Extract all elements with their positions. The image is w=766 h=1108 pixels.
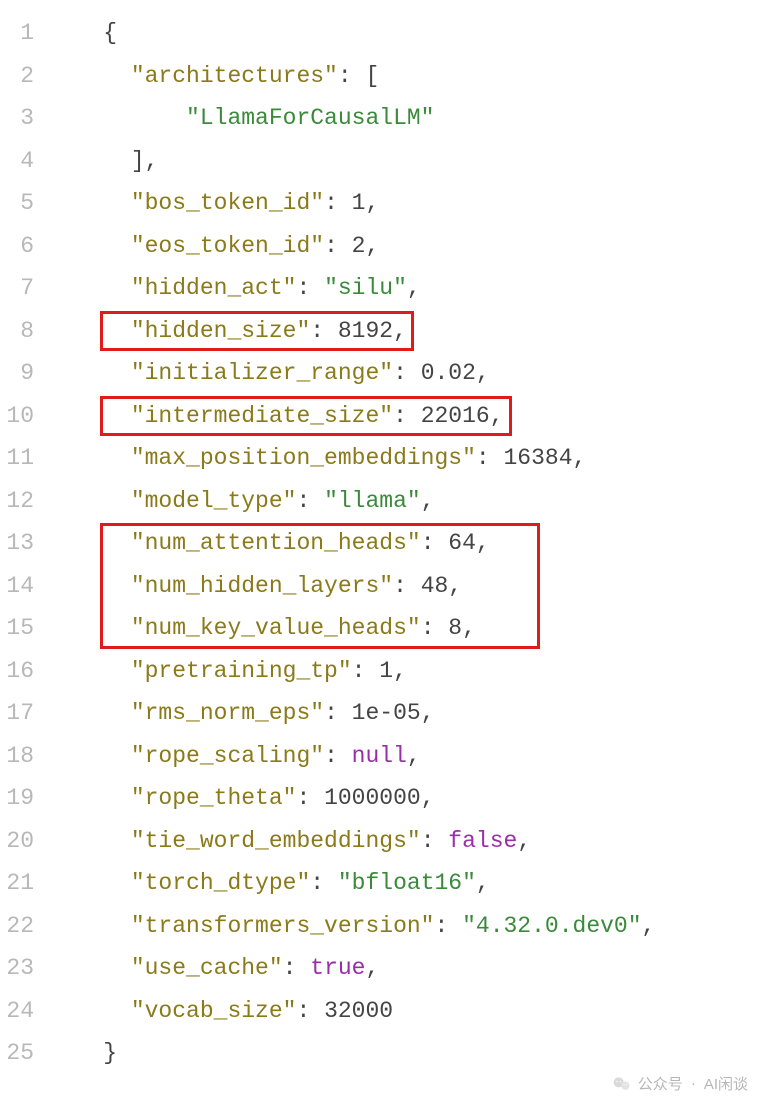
code-content: "use_cache": true,: [48, 955, 379, 981]
code-line: 17 "rms_norm_eps": 1e-05,: [0, 692, 766, 735]
code-line: 10 "intermediate_size": 22016,: [0, 395, 766, 438]
code-content: "model_type": "llama",: [48, 488, 435, 514]
code-content: }: [48, 1040, 117, 1066]
code-content: "rope_scaling": null,: [48, 743, 421, 769]
line-number: 21: [0, 870, 48, 896]
code-content: "bos_token_id": 1,: [48, 190, 379, 216]
code-content: "torch_dtype": "bfloat16",: [48, 870, 490, 896]
code-line: 13 "num_attention_heads": 64,: [0, 522, 766, 565]
line-number: 12: [0, 488, 48, 514]
code-line: 22 "transformers_version": "4.32.0.dev0"…: [0, 905, 766, 948]
code-content: "max_position_embeddings": 16384,: [48, 445, 586, 471]
watermark-name: AI闲谈: [704, 1073, 748, 1094]
line-number: 13: [0, 530, 48, 556]
code-line: 8 "hidden_size": 8192,: [0, 310, 766, 353]
code-content: "rope_theta": 1000000,: [48, 785, 435, 811]
line-number: 7: [0, 275, 48, 301]
code-line: 16 "pretraining_tp": 1,: [0, 650, 766, 693]
line-number: 23: [0, 955, 48, 981]
watermark-dot: ·: [691, 1075, 696, 1092]
code-content: "intermediate_size": 22016,: [48, 403, 504, 429]
line-number: 20: [0, 828, 48, 854]
code-content: "LlamaForCausalLM": [48, 105, 434, 131]
code-line: 21 "torch_dtype": "bfloat16",: [0, 862, 766, 905]
code-block: 1 {2 "architectures": [3 "LlamaForCausal…: [0, 0, 766, 1087]
line-number: 5: [0, 190, 48, 216]
code-line: 1 {: [0, 12, 766, 55]
code-content: "architectures": [: [48, 63, 379, 89]
line-number: 14: [0, 573, 48, 599]
code-line: 19 "rope_theta": 1000000,: [0, 777, 766, 820]
line-number: 19: [0, 785, 48, 811]
line-number: 1: [0, 20, 48, 46]
code-line: 6 "eos_token_id": 2,: [0, 225, 766, 268]
code-line: 3 "LlamaForCausalLM": [0, 97, 766, 140]
code-line: 5 "bos_token_id": 1,: [0, 182, 766, 225]
watermark-prefix: 公众号: [638, 1073, 683, 1094]
code-content: "initializer_range": 0.02,: [48, 360, 490, 386]
code-content: "transformers_version": "4.32.0.dev0",: [48, 913, 655, 939]
code-line: 4 ],: [0, 140, 766, 183]
code-content: "pretraining_tp": 1,: [48, 658, 407, 684]
code-content: "hidden_act": "silu",: [48, 275, 421, 301]
line-number: 15: [0, 615, 48, 641]
line-number: 4: [0, 148, 48, 174]
code-line: 25 }: [0, 1032, 766, 1075]
code-content: "num_hidden_layers": 48,: [48, 573, 462, 599]
line-number: 3: [0, 105, 48, 131]
code-content: "hidden_size": 8192,: [48, 318, 407, 344]
line-number: 16: [0, 658, 48, 684]
line-number: 2: [0, 63, 48, 89]
wechat-icon: [612, 1074, 632, 1094]
code-content: "num_key_value_heads": 8,: [48, 615, 476, 641]
code-line: 14 "num_hidden_layers": 48,: [0, 565, 766, 608]
code-content: "rms_norm_eps": 1e-05,: [48, 700, 435, 726]
line-number: 9: [0, 360, 48, 386]
line-number: 8: [0, 318, 48, 344]
code-line: 18 "rope_scaling": null,: [0, 735, 766, 778]
code-line: 11 "max_position_embeddings": 16384,: [0, 437, 766, 480]
line-number: 10: [0, 403, 48, 429]
line-number: 6: [0, 233, 48, 259]
watermark: 公众号 · AI闲谈: [612, 1073, 748, 1094]
line-number: 18: [0, 743, 48, 769]
code-line: 23 "use_cache": true,: [0, 947, 766, 990]
code-line: 9 "initializer_range": 0.02,: [0, 352, 766, 395]
code-content: "num_attention_heads": 64,: [48, 530, 490, 556]
code-line: 15 "num_key_value_heads": 8,: [0, 607, 766, 650]
code-content: ],: [48, 148, 158, 174]
code-line: 2 "architectures": [: [0, 55, 766, 98]
line-number: 17: [0, 700, 48, 726]
code-content: "vocab_size": 32000: [48, 998, 393, 1024]
code-content: "tie_word_embeddings": false,: [48, 828, 531, 854]
line-number: 24: [0, 998, 48, 1024]
line-number: 25: [0, 1040, 48, 1066]
code-content: {: [48, 20, 117, 46]
code-line: 7 "hidden_act": "silu",: [0, 267, 766, 310]
line-number: 22: [0, 913, 48, 939]
line-number: 11: [0, 445, 48, 471]
code-line: 24 "vocab_size": 32000: [0, 990, 766, 1033]
code-content: "eos_token_id": 2,: [48, 233, 379, 259]
code-line: 12 "model_type": "llama",: [0, 480, 766, 523]
code-line: 20 "tie_word_embeddings": false,: [0, 820, 766, 863]
